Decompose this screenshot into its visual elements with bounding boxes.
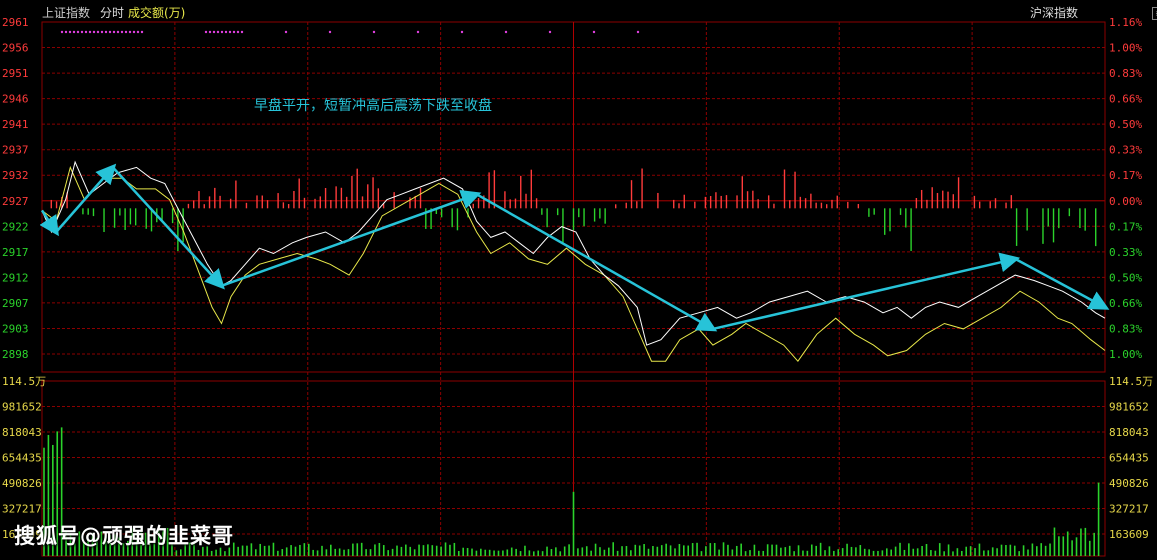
signal-dot — [328, 30, 332, 34]
signal-dot — [220, 30, 224, 34]
signal-dot — [504, 30, 508, 34]
signal-dot — [216, 30, 220, 34]
signal-dot — [284, 30, 288, 34]
price-tick-label: 2927 — [2, 195, 29, 208]
price-tick-label: 2961 — [2, 16, 29, 29]
volume-tick-label: 981652 — [2, 401, 42, 414]
price-tick-label: 2937 — [2, 144, 29, 157]
signal-dot — [548, 30, 552, 34]
volume-tick-label: 490826 — [1109, 477, 1149, 490]
percent-tick-label: 0.00% — [1109, 195, 1142, 208]
signal-dot — [224, 30, 228, 34]
signal-dot — [240, 30, 244, 34]
percent-tick-label: 0.33% — [1109, 144, 1142, 157]
signal-dot — [104, 30, 108, 34]
trend-arrow — [712, 252, 1021, 331]
signal-dot — [120, 30, 124, 34]
price-tick-label: 2912 — [2, 271, 29, 284]
volume-tick-label: 490826 — [2, 477, 42, 490]
signal-dot — [88, 30, 92, 34]
percent-tick-label: 0.17% — [1109, 169, 1142, 182]
percent-tick-label: 0.83% — [1109, 322, 1142, 335]
price-tick-label: 2956 — [2, 42, 29, 55]
volume-tick-label: 114.5万 — [1109, 375, 1153, 388]
watermark-text: 搜狐号@顽强的韭菜哥 — [14, 524, 234, 548]
signal-dot — [208, 30, 212, 34]
percent-tick-label: 0.66% — [1109, 297, 1142, 310]
signal-dot — [228, 30, 232, 34]
volume-tick-label: 327217 — [2, 503, 42, 516]
percent-tick-label: 0.17% — [1109, 220, 1142, 233]
signal-dot — [64, 30, 68, 34]
price-tick-label: 2932 — [2, 169, 29, 182]
signal-dot — [128, 30, 132, 34]
percent-tick-label: 0.50% — [1109, 271, 1142, 284]
signal-dot — [68, 30, 72, 34]
price-tick-label: 2917 — [2, 246, 29, 259]
signal-dot — [636, 30, 640, 34]
percent-tick-label: 1.16% — [1109, 16, 1142, 29]
volume-tick-label: 654435 — [2, 452, 42, 465]
volume-tick-label: 114.5万 — [2, 375, 46, 388]
signal-dot — [80, 30, 84, 34]
trend-arrow — [1014, 257, 1110, 310]
signal-dot — [204, 30, 208, 34]
signal-dot — [96, 30, 100, 34]
percent-tick-label: 0.66% — [1109, 93, 1142, 106]
trend-arrow — [39, 209, 59, 237]
signal-dot — [592, 30, 596, 34]
signal-dot — [84, 30, 88, 34]
signal-dot — [372, 30, 376, 34]
signal-dot — [136, 30, 140, 34]
volume-tick-label: 981652 — [1109, 401, 1149, 414]
signal-dot — [76, 30, 80, 34]
price-tick-label: 2941 — [2, 118, 29, 131]
price-tick-label: 2946 — [2, 93, 29, 106]
volume-tick-label: 163609 — [1109, 528, 1149, 541]
signal-dot — [108, 30, 112, 34]
percent-tick-label: 0.50% — [1109, 118, 1142, 131]
signal-dot — [140, 30, 144, 34]
intraday-chart: 2961 1.16% 2956 1.00% 2951 0.83% 2946 0.66% 2941… — [2, 16, 1153, 557]
signal-dot — [60, 30, 64, 34]
price-tick-label: 2907 — [2, 297, 29, 310]
signal-dot — [112, 30, 116, 34]
signal-dot — [116, 30, 120, 34]
percent-tick-label: 0.33% — [1109, 246, 1142, 259]
price-tick-label: 2898 — [2, 348, 29, 361]
volume-tick-label: 818043 — [2, 426, 42, 439]
price-tick-label: 2922 — [2, 220, 29, 233]
price-tick-label: 2951 — [2, 67, 29, 80]
signal-dot — [460, 30, 464, 34]
signal-dot — [232, 30, 236, 34]
volume-tick-label: 327217 — [1109, 503, 1149, 516]
signal-dot — [236, 30, 240, 34]
chart-annotation: 早盘平开，短暂冲高后震荡下跌至收盘 — [254, 98, 492, 114]
signal-dot — [100, 30, 104, 34]
trend-arrow — [221, 189, 482, 288]
percent-tick-label: 0.83% — [1109, 67, 1142, 80]
percent-tick-label: 1.00% — [1109, 348, 1142, 361]
volume-tick-label: 654435 — [1109, 452, 1149, 465]
percent-tick-label: 1.00% — [1109, 42, 1142, 55]
signal-dot — [132, 30, 136, 34]
volume-tick-label: 818043 — [1109, 426, 1149, 439]
price-tick-label: 2903 — [2, 322, 29, 335]
signal-dot — [72, 30, 76, 34]
signal-dot — [212, 30, 216, 34]
signal-dot — [416, 30, 420, 34]
signal-dot — [124, 30, 128, 34]
signal-dot — [92, 30, 96, 34]
